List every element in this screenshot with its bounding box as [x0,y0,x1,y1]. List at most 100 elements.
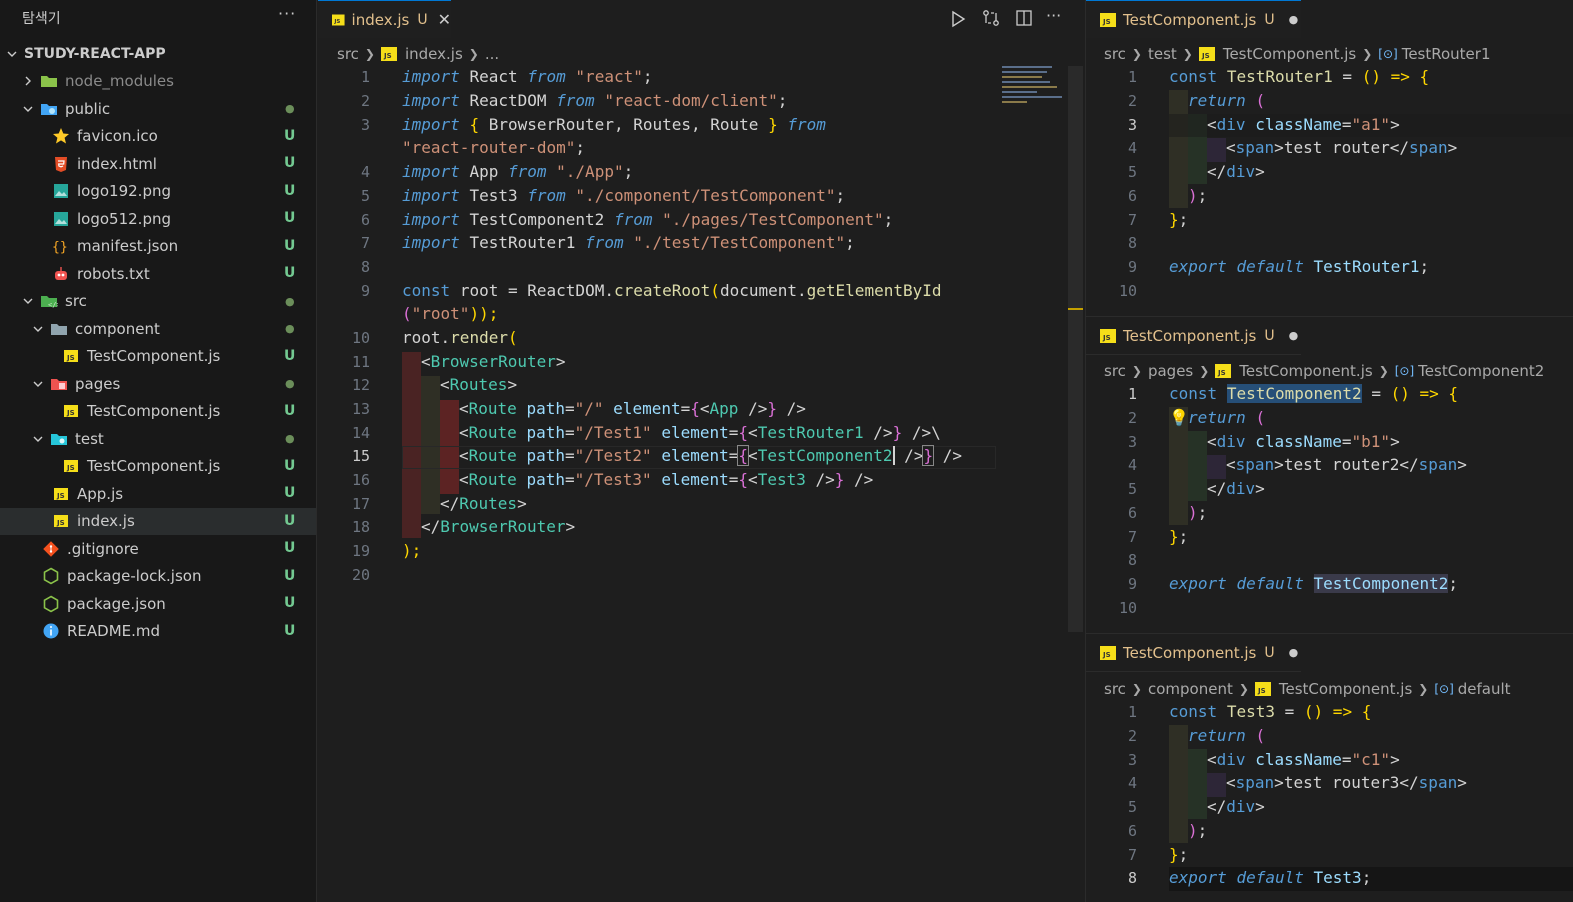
tree-item-node-modules[interactable]: node_modules [0,68,316,96]
breadcrumb-item[interactable]: src [1104,362,1126,380]
tree-item-package-lock[interactable]: package-lock.json U [0,563,316,591]
tree-item-public[interactable]: public ● [0,95,316,123]
scrollbar[interactable] [1068,66,1083,632]
lightbulb-icon[interactable]: 💡 [1169,408,1189,427]
split-editor-icon[interactable] [1015,9,1033,27]
tab-testcomponent-test[interactable]: JS TestComponent.js U ● [1086,0,1301,38]
code-line: ("root")); [402,304,499,323]
chevron-down-icon [6,48,18,60]
tree-item-index-js[interactable]: JS index.js U [0,507,316,535]
breadcrumb-item[interactable]: src [337,45,359,63]
tree-item-test[interactable]: test ● [0,425,316,453]
tree-item-gitignore[interactable]: .gitignore U [0,535,316,563]
tree-item-testcomponent-pages[interactable]: JS TestComponent.js U [0,398,316,426]
line-number: 6 [1127,822,1137,840]
main-editor-group: JS index.js U ✕ ··· src ❯ JS index.js ❯ … [318,0,1085,902]
breadcrumb-item[interactable]: pages [1148,362,1193,380]
breadcrumb-item[interactable]: TestComponent.js [1239,362,1372,380]
tree-item-app-js[interactable]: JS App.js U [0,480,316,508]
tree-item-src[interactable]: </> src ● [0,288,316,316]
breadcrumb-item[interactable]: TestComponent.js [1279,680,1412,698]
tree-item-label: TestComponent.js [87,402,221,421]
tree-item-logo192[interactable]: logo192.png U [0,178,316,206]
chevron-down-icon [32,433,44,445]
git-icon [42,540,60,558]
main-tab-bar: JS index.js U ✕ ··· [318,0,1085,38]
tree-item-testcomponent-test[interactable]: JS TestComponent.js U [0,453,316,481]
more-actions-icon[interactable]: ··· [278,4,296,23]
more-actions-icon[interactable]: ··· [1046,6,1061,25]
breadcrumb-item[interactable]: test [1148,45,1177,63]
right-editor-1: JS TestComponent.js U ● src ❯ test ❯ JS … [1086,0,1573,316]
tree-item-package-json[interactable]: package.json U [0,590,316,618]
tree-item-label: logo512.png [77,209,171,228]
breadcrumb-item[interactable]: default [1458,680,1511,698]
chevron-right-icon: ❯ [468,47,479,61]
chevron-right-icon: ❯ [1182,47,1193,61]
unsaved-dot-icon[interactable]: ● [1289,646,1299,659]
tree-item-label: pages [75,374,121,393]
chevron-right-icon: ❯ [1238,682,1249,696]
tree-item-manifest[interactable]: {} manifest.json U [0,233,316,261]
line-number: 2 [1127,409,1137,427]
code-line: const Test3 = () => { [1169,702,1372,721]
line-number: 5 [1127,163,1137,181]
breadcrumb: src ❯ pages ❯ JS TestComponent.js ❯ [⊙] … [1104,360,1544,382]
tree-item-index-html[interactable]: index.html U [0,150,316,178]
code-line: </div> [1207,162,1265,181]
project-header[interactable]: STUDY-REACT-APP [0,40,316,68]
explorer-title: 탐색기 [22,11,61,27]
git-status: U [284,402,296,419]
tree-item-pages[interactable]: pages ● [0,370,316,398]
svg-text:JS: JS [383,52,392,60]
tab-index-js[interactable]: JS index.js U ✕ [318,0,451,38]
explorer-sidebar: 탐색기 ··· STUDY-REACT-APP node_modules pub… [0,0,317,902]
line-number: 1 [360,68,370,86]
breadcrumb-item[interactable]: src [1104,680,1126,698]
unsaved-dot-icon[interactable]: ● [1289,13,1299,26]
breadcrumb-item[interactable]: src [1104,45,1126,63]
breadcrumb-item[interactable]: TestComponent2 [1418,362,1544,380]
tree-item-label: favicon.ico [77,127,158,146]
line-number-current: 15 [351,447,370,465]
compare-changes-icon[interactable] [982,9,1000,27]
tree-item-label: logo192.png [77,182,171,201]
js-file-icon: JS [332,14,345,25]
tree-item-logo512[interactable]: logo512.png U [0,205,316,233]
js-file-icon: JS [52,485,70,503]
code-line: const root = ReactDOM.createRoot(documen… [402,281,942,300]
code-line: ); [1188,821,1208,840]
tree-item-testcomponent-component[interactable]: JS TestComponent.js U [0,343,316,371]
indent-guide-level3 [1207,773,1226,797]
chevron-down-icon [22,103,34,115]
run-icon[interactable] [950,10,966,28]
breadcrumb-item[interactable]: component [1148,680,1233,698]
unsaved-dot-icon[interactable]: ● [1289,329,1299,342]
git-status: U [284,237,296,254]
git-status: U [284,265,296,281]
close-icon[interactable]: ✕ [438,10,451,29]
code-line: root.render( [402,328,518,347]
tree-item-readme[interactable]: README.md U [0,618,316,646]
code-line: return ( [1188,91,1266,110]
js-file-icon: JS [62,402,80,420]
minimap[interactable] [1002,66,1066,108]
breadcrumb-item[interactable]: index.js [405,45,463,63]
svg-text:</>: </> [48,301,58,309]
breadcrumb-item[interactable]: ... [485,45,499,63]
js-file-icon: JS [1100,12,1116,27]
tree-item-component[interactable]: component ● [0,315,316,343]
breadcrumb-item[interactable]: TestRouter1 [1402,45,1491,63]
svg-text:JS: JS [1201,52,1210,60]
line-number: 9 [1127,258,1137,276]
symbol-variable-icon: [⊙] [1434,682,1454,696]
breadcrumb-item[interactable]: TestComponent.js [1223,45,1356,63]
tree-item-favicon[interactable]: favicon.ico U [0,123,316,151]
tab-testcomponent-pages[interactable]: JS TestComponent.js U ● [1086,317,1301,355]
line-number: 7 [1127,211,1137,229]
tree-item-robots[interactable]: robots.txt U [0,260,316,288]
line-number: 16 [351,471,370,489]
code-line: import { BrowserRouter, Routes, Route } … [402,115,826,134]
tab-testcomponent-component[interactable]: JS TestComponent.js U ● [1086,634,1301,672]
git-status: U [284,127,296,144]
